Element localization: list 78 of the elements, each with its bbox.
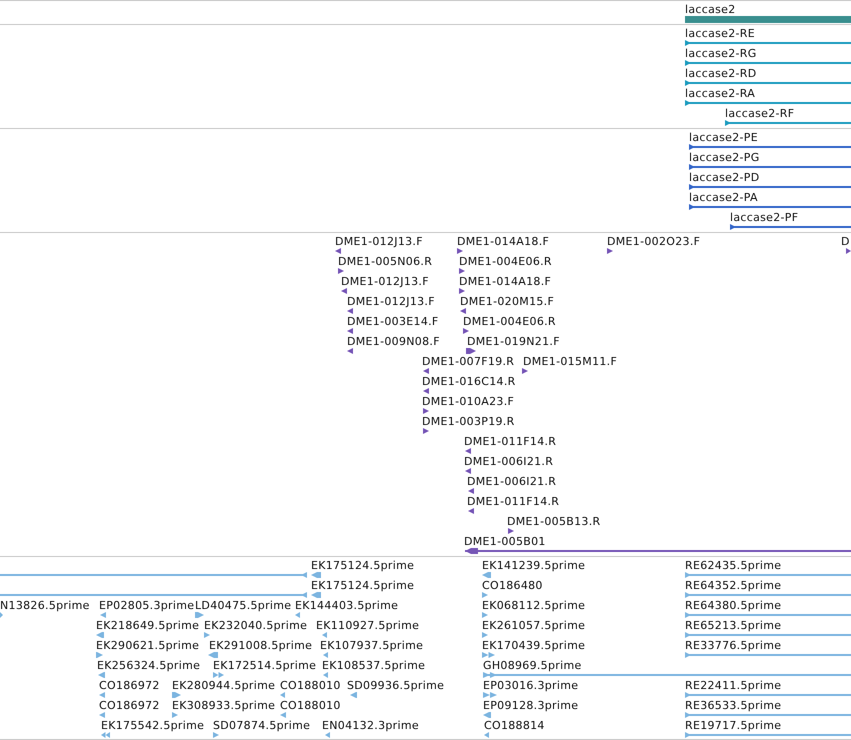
feature-label: RE64352.5prime — [685, 579, 782, 592]
feature-label: CO188010 — [280, 679, 341, 692]
feature-label: DME1-014A18.F — [457, 235, 550, 248]
feature-label: EK290621.5prime — [96, 639, 200, 652]
feature-label: RE19717.5prime — [685, 719, 782, 732]
feature-label: SD09936.5prime — [347, 679, 444, 692]
feature-label: RE22411.5prime — [685, 679, 782, 692]
feature-label: EK068112.5prime — [482, 599, 586, 612]
feature-label: laccase2-RF — [725, 107, 794, 120]
feature-label: EK175124.5prime — [311, 579, 414, 592]
feature-label: EK256324.5prime — [97, 659, 200, 672]
feature-label: CO188814 — [484, 719, 545, 732]
feature-label: EK175542.5prime — [101, 719, 204, 732]
feature-label: RE36533.5prime — [685, 699, 782, 712]
feature-label: DME1-005N06.R — [338, 255, 432, 268]
feature-label: laccase2-PG — [689, 151, 760, 164]
feature-label: DME1-004E06.R — [463, 315, 556, 328]
feature-label: SD07874.5prime — [213, 719, 310, 732]
feature-label: EN04132.3prime — [322, 719, 419, 732]
feature-label: EK232040.5prime — [204, 619, 308, 632]
feature-label: EP02805.3prime — [99, 599, 194, 612]
feature-label: EK261057.5prime — [482, 619, 586, 632]
feature-label: EK308933.5prime — [172, 699, 276, 712]
feature-label: DME1-012J13.F — [347, 295, 435, 308]
feature-label: DME1-007F19.R — [422, 355, 514, 368]
feature-label: CO186972 — [99, 699, 160, 712]
feature-label: DME1-002O23.F — [607, 235, 700, 248]
feature-label: CO188010 — [280, 699, 341, 712]
feature-label: EP09128.3prime — [483, 699, 578, 712]
feature-label: EK172514.5prime — [213, 659, 316, 672]
feature-label: EP03016.3prime — [483, 679, 578, 692]
feature-label: DME1-004E06.R — [459, 255, 552, 268]
feature-label: EK175124.5prime — [311, 559, 414, 572]
feature-label: DME1-012J13.F — [341, 275, 429, 288]
feature-label: EK141239.5prime — [482, 559, 586, 572]
feature-label: EK170439.5prime — [482, 639, 586, 652]
feature-label: laccase2-PD — [689, 171, 760, 184]
feature-label: GH08969.5prime — [483, 659, 582, 672]
feature-label: DME1-016C14.R — [422, 375, 516, 388]
feature-label: RE33776.5prime — [685, 639, 782, 652]
feature-label: laccase2-PF — [730, 211, 798, 224]
feature-label: DME1-012J13.F — [335, 235, 423, 248]
feature-label: DME1-010A23.F — [422, 395, 514, 408]
feature-label: N13826.5prime — [0, 599, 90, 612]
feature-label: D — [841, 235, 850, 248]
feature-label: DME1-015M11.F — [523, 355, 618, 368]
feature-label: RE62435.5prime — [685, 559, 782, 572]
feature-label: DME1-003P19.R — [422, 415, 515, 428]
feature-label: DME1-006I21.R — [464, 455, 554, 468]
feature-label: EK108537.5prime — [322, 659, 426, 672]
feature-label: DME1-009N08.F — [347, 335, 440, 348]
feature-label: DME1-011F14.R — [467, 495, 560, 508]
feature-label: RE64380.5prime — [685, 599, 782, 612]
feature-label: laccase2-RD — [685, 67, 757, 80]
feature-label: CO186480 — [482, 579, 543, 592]
feature-label: DME1-005B13.R — [507, 515, 600, 528]
feature-label: laccase2-RG — [685, 47, 757, 60]
feature-label: DME1-005B01 — [464, 535, 546, 548]
feature-label: EK291008.5prime — [209, 639, 312, 652]
feature-label: CO186972 — [99, 679, 160, 692]
feature-label: EK280944.5prime — [172, 679, 276, 692]
feature-label: EK144403.5prime — [295, 599, 398, 612]
feature-label: DME1-011F14.R — [464, 435, 556, 448]
feature-label: EK107937.5prime — [320, 639, 424, 652]
feature-label: DME1-020M15.F — [460, 295, 554, 308]
feature-label: EK110927.5prime — [316, 619, 420, 632]
feature-label: laccase2-PA — [689, 191, 758, 204]
feature-label: DME1-019N21.F — [467, 335, 560, 348]
feature-label: RE65213.5prime — [685, 619, 782, 632]
feature-label: laccase2-RA — [685, 87, 756, 100]
feature-label: DME1-014A18.F — [459, 275, 552, 288]
feature-label: laccase2-PE — [689, 131, 758, 144]
feature-label: LD40475.5prime — [195, 599, 292, 612]
feature-label: laccase2-RE — [685, 27, 755, 40]
feature-label: DME1-006I21.R — [467, 475, 556, 488]
feature-label: laccase2 — [685, 3, 736, 16]
feature-label: DME1-003E14.F — [347, 315, 439, 328]
feature-label: EK218649.5prime — [96, 619, 200, 632]
